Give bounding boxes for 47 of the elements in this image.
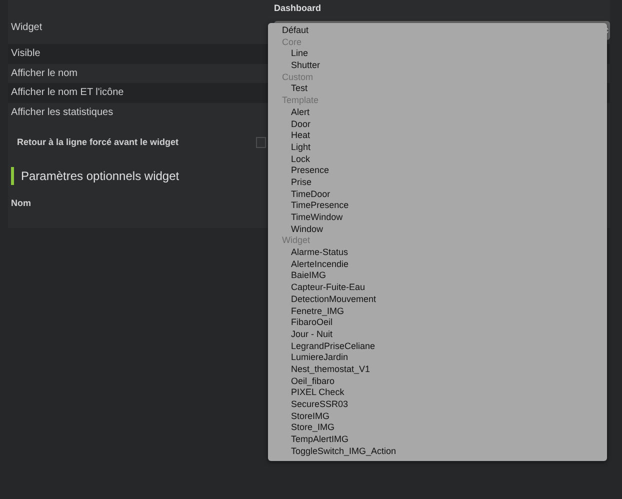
menu-option[interactable]: LegrandPriseCeliane bbox=[268, 340, 376, 352]
menu-option[interactable]: Jour - Nuit bbox=[268, 328, 333, 341]
menu-option[interactable]: Line bbox=[268, 48, 308, 60]
option-label: Retour à la ligne forcé avant le widget bbox=[16, 137, 180, 147]
checkbox[interactable] bbox=[256, 136, 266, 148]
menu-option[interactable]: Défaut bbox=[268, 25, 309, 37]
menu-option[interactable]: Oeil_fibaro bbox=[268, 376, 335, 388]
group-label: Widget bbox=[281, 235, 310, 248]
menu-option[interactable]: Fenetre_IMG bbox=[268, 306, 344, 318]
menu-option[interactable]: LumiereJardin bbox=[268, 352, 348, 364]
row-label: Visible bbox=[10, 48, 40, 60]
menu-option[interactable]: Store_IMG bbox=[268, 422, 335, 434]
menu-option[interactable]: TempAlertIMG bbox=[268, 434, 349, 446]
menu-option[interactable]: Shutter bbox=[268, 60, 320, 72]
menu-option[interactable]: FibaroOeil bbox=[268, 317, 333, 329]
menu-option[interactable]: Test bbox=[268, 83, 308, 96]
group-label: Core bbox=[281, 36, 302, 48]
menu-option[interactable]: ToggleSwitch_IMG_Action bbox=[268, 446, 396, 458]
menu-option[interactable]: Light bbox=[268, 142, 311, 154]
row-label: Afficher les statistiques bbox=[10, 106, 114, 118]
menu-option[interactable]: SecureSSR03 bbox=[268, 399, 348, 411]
column-heading: Dashboard bbox=[274, 2, 322, 15]
menu-option[interactable]: BaieIMG bbox=[268, 270, 326, 282]
menu-option[interactable]: Alert bbox=[268, 106, 310, 118]
menu-option[interactable]: Lock bbox=[268, 154, 310, 166]
row-label: Afficher le nom ET l'icône bbox=[10, 87, 124, 98]
menu-option[interactable]: Door bbox=[268, 118, 311, 130]
field-label: Nom bbox=[10, 198, 31, 208]
menu-option[interactable]: Alarme-Status bbox=[268, 247, 348, 259]
section-title: Paramètres optionnels widget bbox=[11, 167, 180, 185]
group-label: Template bbox=[281, 95, 319, 107]
menu-option[interactable]: Prise bbox=[268, 176, 312, 189]
menu-option[interactable]: Heat bbox=[268, 130, 310, 142]
menu-option[interactable]: Capteur-Fuite-Eau bbox=[268, 282, 366, 294]
menu-option[interactable]: TimePresence bbox=[268, 200, 349, 212]
menu-option[interactable]: AlerteIncendie bbox=[268, 258, 349, 270]
field-label: Widget bbox=[10, 22, 44, 33]
menu-option[interactable]: Window bbox=[268, 224, 324, 236]
group-label: Custom bbox=[281, 72, 314, 84]
menu-option[interactable]: TimeDoor bbox=[268, 188, 330, 200]
menu-option[interactable]: DetectionMouvement bbox=[268, 294, 376, 306]
menu-option[interactable]: PIXEL Check bbox=[268, 387, 344, 399]
menu-option[interactable]: Presence bbox=[268, 165, 330, 177]
menu-option[interactable]: TimeWindow bbox=[268, 212, 343, 224]
menu-option[interactable]: Nest_themostat_V1 bbox=[268, 364, 370, 376]
menu-option[interactable]: StoreIMG bbox=[268, 410, 330, 422]
row-label: Afficher le nom bbox=[10, 68, 78, 79]
